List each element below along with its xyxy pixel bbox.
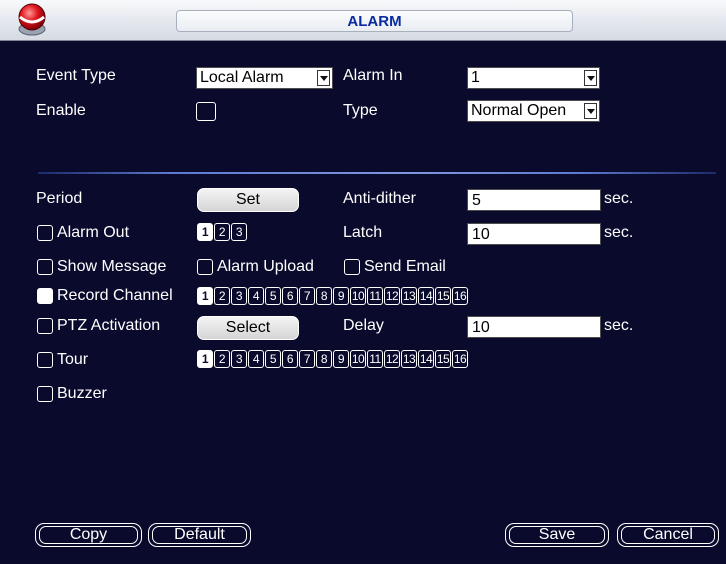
alarm-upload-label: Alarm Upload (217, 258, 314, 275)
copy-button[interactable]: Copy (35, 523, 142, 547)
buzzer-label: Buzzer (57, 385, 107, 402)
alarm-in-select[interactable]: 1 (467, 67, 600, 89)
anti-dither-label: Anti-dither (343, 190, 416, 207)
latch-unit: sec. (604, 224, 634, 241)
alarm-out-label: Alarm Out (57, 224, 130, 241)
tour-channel-item[interactable]: 2 (214, 350, 230, 368)
alarm-out-channel[interactable]: 1 (197, 223, 213, 241)
record-channel-item[interactable]: 8 (316, 287, 332, 305)
cancel-button[interactable]: Cancel (617, 523, 719, 547)
tour-channel-item[interactable]: 15 (435, 350, 451, 368)
record-channel-item[interactable]: 9 (333, 287, 349, 305)
record-channel-item[interactable]: 12 (384, 287, 400, 305)
alarm-out-channels: 1 2 3 (197, 223, 247, 241)
event-type-select[interactable]: Local Alarm (196, 67, 333, 89)
section-divider (38, 172, 716, 174)
tour-label: Tour (57, 351, 89, 368)
show-message-label: Show Message (57, 258, 167, 275)
chevron-down-icon[interactable] (584, 70, 597, 86)
tour-channel-item[interactable]: 6 (282, 350, 298, 368)
send-email-checkbox[interactable] (344, 259, 360, 275)
tour-channel-item[interactable]: 1 (197, 350, 213, 368)
tour-channel-item[interactable]: 12 (384, 350, 400, 368)
ptz-activation-label: PTZ Activation (57, 317, 161, 334)
dahua-red-logo-icon (18, 3, 46, 36)
record-channel-item[interactable]: 4 (248, 287, 264, 305)
tour-channel-item[interactable]: 7 (299, 350, 315, 368)
save-button-frame (509, 526, 605, 544)
record-channel-item[interactable]: 2 (214, 287, 230, 305)
record-channel-list: 1 2 3 4 5 6 7 8 9 10 11 12 13 14 15 16 (197, 287, 468, 305)
alarm-in-label: Alarm In (343, 67, 403, 84)
record-channel-label: Record Channel (57, 287, 173, 304)
record-channel-checkbox[interactable] (37, 288, 53, 304)
chevron-down-icon[interactable] (584, 103, 597, 119)
delay-label: Delay (343, 317, 384, 334)
alarm-in-value: 1 (471, 69, 480, 86)
tour-channel-item[interactable]: 14 (418, 350, 434, 368)
tour-channel-item[interactable]: 5 (265, 350, 281, 368)
tour-channel-item[interactable]: 13 (401, 350, 417, 368)
latch-label: Latch (343, 224, 383, 241)
record-channel-item[interactable]: 3 (231, 287, 247, 305)
period-label: Period (36, 190, 83, 207)
type-label: Type (343, 102, 378, 119)
cancel-button-frame (621, 526, 715, 544)
tour-channel-list: 1 2 3 4 5 6 7 8 9 10 11 12 13 14 15 16 (197, 350, 468, 368)
record-channel-item[interactable]: 15 (435, 287, 451, 305)
ptz-activation-checkbox[interactable] (37, 318, 53, 334)
latch-input[interactable]: 10 (467, 223, 601, 245)
delay-unit: sec. (604, 317, 634, 334)
record-channel-item[interactable]: 5 (265, 287, 281, 305)
record-channel-item[interactable]: 11 (367, 287, 383, 305)
chevron-down-icon[interactable] (317, 70, 330, 86)
enable-checkbox[interactable] (196, 102, 216, 121)
event-type-label: Event Type (36, 67, 116, 84)
alarm-out-channel[interactable]: 2 (214, 223, 230, 241)
alarm-upload-checkbox[interactable] (197, 259, 213, 275)
alarm-window: ALARM Event Type Local Alarm Alarm In 1 … (0, 0, 726, 564)
record-channel-item[interactable]: 13 (401, 287, 417, 305)
alarm-out-channel[interactable]: 3 (231, 223, 247, 241)
enable-label: Enable (36, 102, 86, 119)
delay-input[interactable]: 10 (467, 316, 601, 338)
anti-dither-value: 5 (472, 192, 481, 209)
record-channel-item[interactable]: 6 (282, 287, 298, 305)
record-channel-item[interactable]: 16 (452, 287, 468, 305)
anti-dither-input[interactable]: 5 (467, 189, 601, 211)
buzzer-checkbox[interactable] (37, 386, 53, 402)
tour-channel-item[interactable]: 3 (231, 350, 247, 368)
ptz-select-button[interactable]: Select (197, 316, 299, 340)
record-channel-item[interactable]: 7 (299, 287, 315, 305)
record-channel-item[interactable]: 10 (350, 287, 366, 305)
show-message-checkbox[interactable] (37, 259, 53, 275)
default-button-frame (152, 526, 247, 544)
delay-value: 10 (472, 319, 490, 336)
send-email-label: Send Email (364, 258, 446, 275)
default-button[interactable]: Default (148, 523, 251, 547)
type-value: Normal Open (471, 102, 567, 119)
title-bar: ALARM (0, 0, 726, 41)
tour-channel-item[interactable]: 10 (350, 350, 366, 368)
copy-button-frame (39, 526, 138, 544)
save-button[interactable]: Save (505, 523, 609, 547)
record-channel-item[interactable]: 14 (418, 287, 434, 305)
tour-channel-item[interactable]: 8 (316, 350, 332, 368)
tour-channel-item[interactable]: 16 (452, 350, 468, 368)
window-title: ALARM (176, 10, 573, 32)
tour-channel-item[interactable]: 4 (248, 350, 264, 368)
tour-channel-item[interactable]: 9 (333, 350, 349, 368)
tour-channel-item[interactable]: 11 (367, 350, 383, 368)
event-type-value: Local Alarm (200, 69, 284, 86)
anti-dither-unit: sec. (604, 190, 634, 207)
tour-checkbox[interactable] (37, 352, 53, 368)
period-set-button[interactable]: Set (197, 188, 299, 212)
record-channel-item[interactable]: 1 (197, 287, 213, 305)
type-select[interactable]: Normal Open (467, 100, 600, 122)
latch-value: 10 (472, 226, 490, 243)
alarm-out-checkbox[interactable] (37, 225, 53, 241)
